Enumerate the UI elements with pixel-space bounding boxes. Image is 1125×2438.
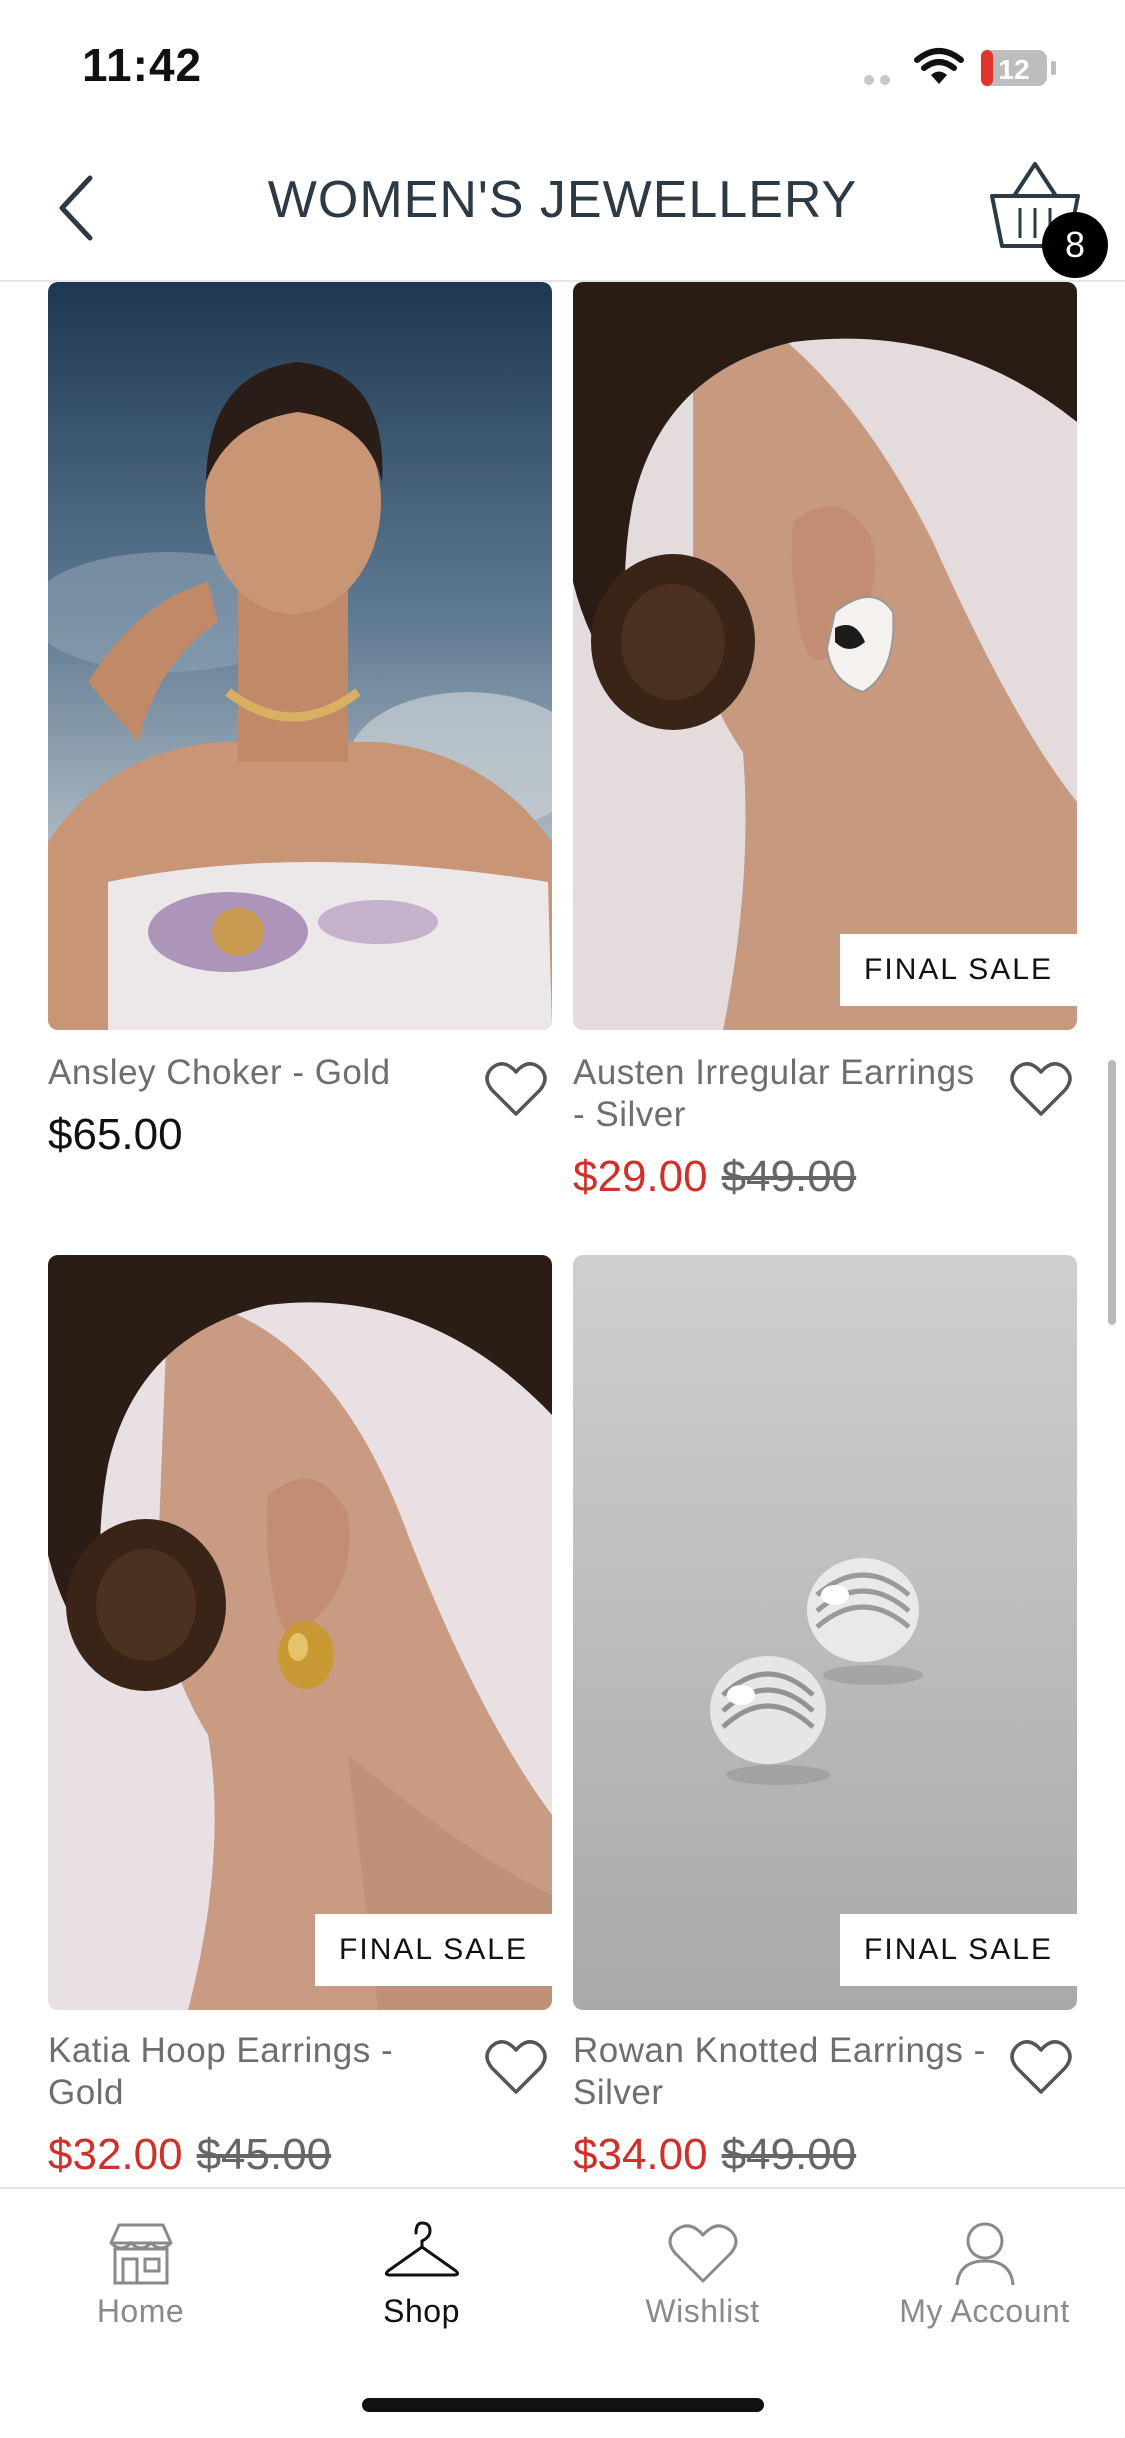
tab-shop[interactable]: Shop [281, 2189, 562, 2349]
page-title: WOMEN'S JEWELLERY [267, 171, 858, 229]
user-icon [955, 2222, 1014, 2286]
scrollbar[interactable] [1108, 1060, 1116, 1325]
battery-icon: 12 [981, 50, 1056, 86]
heart-icon [1010, 1062, 1072, 1116]
product-grid: Ansley Choker - Gold $65.00 FINAL SALE A… [0, 282, 1125, 2187]
sale-price: $32.00 [48, 2130, 183, 2179]
product-image[interactable] [48, 282, 552, 1030]
price-row: $32.00 $45.00 [48, 2130, 331, 2180]
product-name[interactable]: Austen Irregular Earrings - Silver [573, 1052, 993, 1136]
tab-home[interactable]: Home [0, 2189, 281, 2349]
app-header: WOMEN'S JEWELLERY 8 [0, 140, 1125, 282]
back-button[interactable] [40, 168, 112, 248]
final-sale-badge: FINAL SALE [840, 1914, 1077, 1986]
price-row: $34.00 $49.00 [573, 2130, 856, 2180]
product-name[interactable]: Katia Hoop Earrings - Gold [48, 2030, 468, 2114]
original-price: $49.00 [721, 2130, 857, 2179]
wifi-icon [914, 48, 964, 84]
final-sale-badge: FINAL SALE [315, 1914, 552, 1986]
tab-my-account[interactable]: My Account [844, 2189, 1125, 2349]
product-name[interactable]: Rowan Knotted Earrings - Silver [573, 2030, 993, 2114]
original-price: $45.00 [196, 2130, 332, 2179]
heart-icon [485, 2040, 547, 2094]
home-indicator[interactable] [362, 2398, 764, 2412]
product-image[interactable]: FINAL SALE [573, 1255, 1077, 2010]
wishlist-button[interactable] [1005, 2032, 1077, 2104]
storefront-icon [109, 2223, 172, 2285]
tab-wishlist[interactable]: Wishlist [562, 2189, 843, 2349]
heart-icon [1010, 2040, 1072, 2094]
tab-label: Home [96, 2293, 185, 2329]
tab-label: My Account [899, 2293, 1070, 2329]
product-price: $65.00 [48, 1110, 183, 1159]
product-image[interactable]: FINAL SALE [573, 282, 1077, 1030]
basket-button[interactable]: 8 [980, 160, 1110, 278]
heart-icon [485, 1062, 547, 1116]
product-name[interactable]: Ansley Choker - Gold [48, 1052, 468, 1094]
heart-icon [668, 2224, 737, 2283]
product-image[interactable]: FINAL SALE [48, 1255, 552, 2010]
price-row: $29.00 $49.00 [573, 1152, 856, 1202]
wishlist-button[interactable] [1005, 1054, 1077, 1126]
wishlist-button[interactable] [480, 1054, 552, 1126]
original-price: $49.00 [721, 1152, 857, 1201]
tab-label: Wishlist [645, 2293, 760, 2329]
battery-level: 12 [998, 54, 1029, 85]
basket-count-badge: 8 [1042, 212, 1108, 278]
sale-price: $34.00 [573, 2130, 708, 2179]
wishlist-button[interactable] [480, 2032, 552, 2104]
price-row: $65.00 [48, 1110, 183, 1160]
sale-price: $29.00 [573, 1152, 708, 1201]
hanger-icon [384, 2221, 459, 2277]
status-icons: 12 [857, 46, 1087, 90]
chevron-left-icon [59, 175, 93, 241]
tab-label: Shop [383, 2293, 460, 2329]
status-time: 11:42 [82, 39, 203, 91]
final-sale-badge: FINAL SALE [840, 934, 1077, 1006]
signal-icon [864, 75, 890, 85]
status-bar: 11:42 12 [0, 0, 1125, 140]
